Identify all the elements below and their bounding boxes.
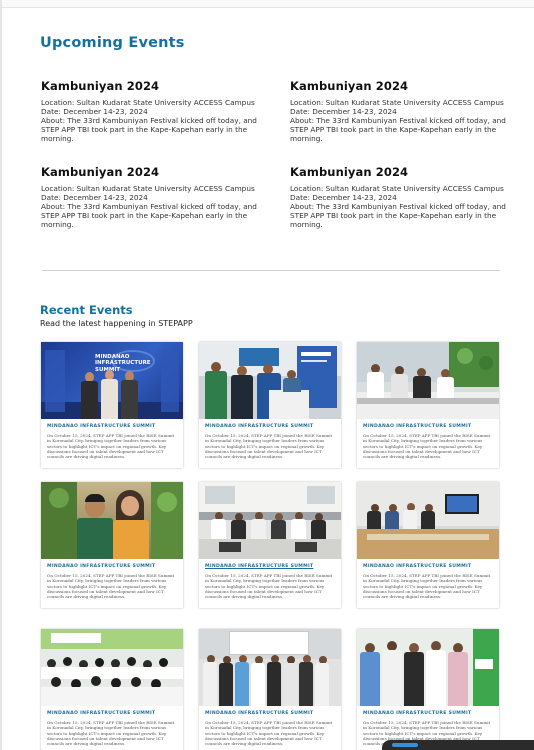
event-about: morning. bbox=[41, 134, 74, 143]
event-about: morning. bbox=[41, 220, 74, 229]
event-photo bbox=[41, 482, 183, 559]
recent-event-card[interactable]: MINDANAO INFRASTRUCTURE SUMMIT On Octobe… bbox=[199, 342, 341, 468]
chat-widget-bar[interactable] bbox=[382, 740, 534, 750]
event-location: Location: Sultan Kudarat State Universit… bbox=[41, 184, 255, 193]
event-title[interactable]: Kambuniyan 2024 bbox=[41, 165, 263, 179]
upcoming-events-heading: Upcoming Events bbox=[40, 35, 185, 51]
card-title[interactable]: MINDANAO INFRASTRUCTURE SUMMIT bbox=[205, 424, 313, 429]
recent-event-card[interactable]: MINDANAO INFRASTRUCTURE SUMMIT On Octobe… bbox=[357, 342, 499, 468]
card-title[interactable]: MINDANAO INFRASTRUCTURE SUMMIT bbox=[47, 424, 155, 429]
card-description: On October 15, 2024, STEP APP TBI joined… bbox=[363, 573, 491, 600]
event-about: STEP APP TBI took part in the Kape-Kapeh… bbox=[41, 125, 248, 134]
event-date: Date: December 14-23, 2024 bbox=[290, 193, 397, 202]
recent-event-card[interactable]: MINDANAO INFRASTRUCTURE SUMMIT On Octobe… bbox=[357, 629, 499, 750]
chat-widget-indicator bbox=[392, 743, 418, 747]
recent-event-card[interactable]: MINDANAO INFRASTRUCTURE SUMMIT On Octobe… bbox=[357, 482, 499, 608]
recent-events-heading: Recent Events bbox=[40, 303, 133, 317]
event-location: Location: Sultan Kudarat State Universit… bbox=[290, 184, 504, 193]
card-description: On October 15, 2024, STEP APP TBI joined… bbox=[363, 433, 491, 460]
card-description: On October 15, 2024, STEP APP TBI joined… bbox=[47, 720, 175, 747]
event-title[interactable]: Kambuniyan 2024 bbox=[41, 79, 263, 93]
section-divider bbox=[42, 270, 500, 271]
recent-event-card[interactable]: MINDANAO INFRASTRUCTURE SUMMIT On Octobe… bbox=[199, 482, 341, 608]
event-date: Date: December 14-23, 2024 bbox=[41, 193, 148, 202]
recent-event-card[interactable]: MINDANAO INFRASTRUCTURE SUMMIT On Octobe… bbox=[199, 629, 341, 750]
card-description: On October 15, 2024, STEP APP TBI joined… bbox=[205, 720, 333, 747]
recent-event-card[interactable]: MINDANAO INFRASTRUCTURE SUMMIT On Octobe… bbox=[41, 482, 183, 608]
card-title[interactable]: MINDANAO INFRASTRUCTURE SUMMIT bbox=[47, 711, 155, 716]
event-photo bbox=[41, 629, 183, 706]
card-title[interactable]: MINDANAO INFRASTRUCTURE SUMMIT bbox=[363, 711, 471, 716]
event-photo bbox=[357, 629, 499, 706]
page: Upcoming Events Kambuniyan 2024 Location… bbox=[0, 0, 534, 750]
event-about: STEP APP TBI took part in the Kape-Kapeh… bbox=[290, 125, 497, 134]
upcoming-event-card[interactable]: Kambuniyan 2024 Location: Sultan Kudarat… bbox=[290, 165, 512, 229]
event-about: STEP APP TBI took part in the Kape-Kapeh… bbox=[290, 211, 497, 220]
event-about: morning. bbox=[290, 220, 323, 229]
upcoming-event-card[interactable]: Kambuniyan 2024 Location: Sultan Kudarat… bbox=[290, 79, 512, 143]
card-description: On October 15, 2024, STEP APP TBI joined… bbox=[205, 433, 333, 460]
event-about: About: The 33rd Kambuniyan Festival kick… bbox=[290, 202, 506, 211]
event-photo bbox=[199, 342, 341, 419]
event-about: About: The 33rd Kambuniyan Festival kick… bbox=[290, 116, 506, 125]
event-about: About: The 33rd Kambuniyan Festival kick… bbox=[41, 116, 257, 125]
event-photo bbox=[199, 482, 341, 559]
summit-banner-text: MINDANAO INFRASTRUCTURE SUMMIT bbox=[95, 354, 151, 373]
browser-top-edge bbox=[2, 0, 534, 8]
card-title[interactable]: MINDANAO INFRASTRUCTURE SUMMIT bbox=[205, 711, 313, 716]
upcoming-event-card[interactable]: Kambuniyan 2024 Location: Sultan Kudarat… bbox=[41, 165, 263, 229]
card-description: On October 15, 2024, STEP APP TBI joined… bbox=[205, 573, 333, 600]
card-title[interactable]: MINDANAO INFRASTRUCTURE SUMMIT bbox=[47, 564, 155, 569]
event-location: Location: Sultan Kudarat State Universit… bbox=[41, 98, 255, 107]
event-about: morning. bbox=[290, 134, 323, 143]
event-location: Location: Sultan Kudarat State Universit… bbox=[290, 98, 504, 107]
event-photo: MINDANAO INFRASTRUCTURE SUMMIT bbox=[41, 342, 183, 419]
recent-events-subtitle: Read the latest happening in STEPAPP bbox=[40, 319, 193, 328]
card-description: On October 15, 2024, STEP APP TBI joined… bbox=[47, 433, 175, 460]
event-title[interactable]: Kambuniyan 2024 bbox=[290, 165, 512, 179]
event-about: About: The 33rd Kambuniyan Festival kick… bbox=[41, 202, 257, 211]
event-date: Date: December 14-23, 2024 bbox=[41, 107, 148, 116]
card-title-link[interactable]: MINDANAO INFRASTRUCTURE SUMMIT bbox=[205, 564, 313, 569]
event-title[interactable]: Kambuniyan 2024 bbox=[290, 79, 512, 93]
event-photo bbox=[357, 342, 499, 419]
event-about: STEP APP TBI took part in the Kape-Kapeh… bbox=[41, 211, 248, 220]
event-photo bbox=[199, 629, 341, 706]
upcoming-event-card[interactable]: Kambuniyan 2024 Location: Sultan Kudarat… bbox=[41, 79, 263, 143]
card-description: On October 15, 2024, STEP APP TBI joined… bbox=[47, 573, 175, 600]
recent-event-card[interactable]: MINDANAO INFRASTRUCTURE SUMMIT MINDANAO … bbox=[41, 342, 183, 468]
card-title[interactable]: MINDANAO INFRASTRUCTURE SUMMIT bbox=[363, 424, 471, 429]
recent-event-card[interactable]: MINDANAO INFRASTRUCTURE SUMMIT On Octobe… bbox=[41, 629, 183, 750]
event-photo bbox=[357, 482, 499, 559]
event-date: Date: December 14-23, 2024 bbox=[290, 107, 397, 116]
card-title[interactable]: MINDANAO INFRASTRUCTURE SUMMIT bbox=[363, 564, 471, 569]
